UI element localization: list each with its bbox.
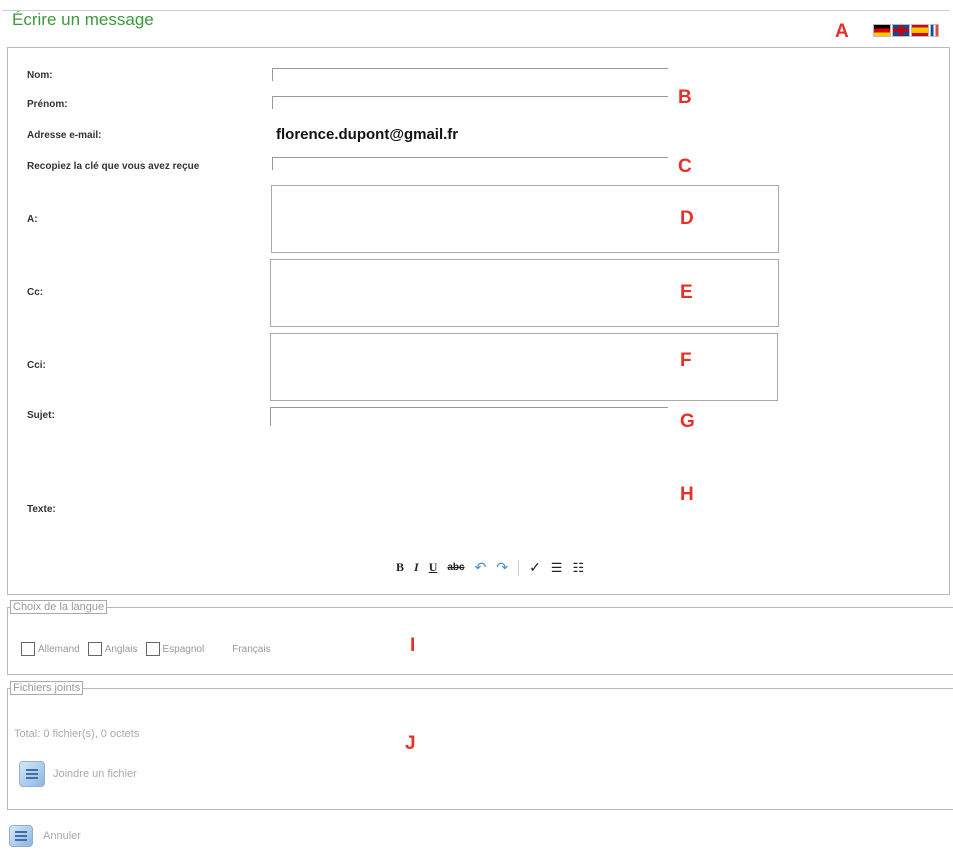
a-textarea[interactable] xyxy=(271,185,779,253)
prenom-input[interactable] xyxy=(272,96,668,109)
cle-input[interactable] xyxy=(272,157,668,170)
espagnol-checkbox[interactable] xyxy=(145,642,160,656)
cci-label: Cci: xyxy=(27,360,46,371)
numbered-list-icon[interactable]: ☷ xyxy=(572,560,584,576)
sujet-input[interactable] xyxy=(270,407,668,426)
marker-f: F xyxy=(680,350,692,371)
german-flag-icon[interactable] xyxy=(873,24,891,37)
texte-label: Texte: xyxy=(27,504,56,515)
anglais-label: Anglais xyxy=(104,643,138,655)
cc-textarea[interactable] xyxy=(270,259,779,327)
cancel-button[interactable]: Annuler xyxy=(9,825,81,847)
strikethrough-button[interactable]: abc xyxy=(447,562,464,573)
marker-b: B xyxy=(678,87,692,108)
marker-h: H xyxy=(680,484,694,505)
cancel-label: Annuler xyxy=(43,830,81,842)
uk-flag-icon[interactable] xyxy=(892,24,910,37)
attach-file-icon xyxy=(19,761,45,787)
marker-d: D xyxy=(680,208,694,229)
a-label: A: xyxy=(27,214,38,225)
language-legend: Choix de la langue xyxy=(10,600,108,614)
marker-a: A xyxy=(835,21,849,42)
bulleted-list-icon[interactable]: ☰ xyxy=(551,560,563,576)
prenom-label: Prénom: xyxy=(27,99,68,110)
cancel-icon xyxy=(9,825,33,847)
cci-textarea[interactable] xyxy=(270,333,778,401)
redo-icon[interactable]: ↷ xyxy=(496,559,508,576)
allemand-label: Allemand xyxy=(38,643,80,655)
language-options: Allemand Anglais Espagnol Français xyxy=(21,642,279,656)
add-attachment-label: Joindre un fichier xyxy=(53,768,137,780)
bold-button[interactable]: B xyxy=(396,560,404,575)
marker-g: G xyxy=(680,411,695,432)
attachments-legend: Fichiers joints xyxy=(10,681,84,695)
attachments-total: Total: 0 fichier(s), 0 octets xyxy=(14,728,140,740)
francais-label: Français xyxy=(232,643,271,655)
italic-button[interactable]: I xyxy=(414,560,419,575)
marker-e: E xyxy=(680,282,693,303)
editor-toolbar: B I U abc ↶ ↷ ✓ ☰ ☷ xyxy=(396,559,584,576)
email-value: florence.dupont@gmail.fr xyxy=(276,126,459,143)
page-title: Écrire un message xyxy=(12,10,154,29)
espagnol-label: Espagnol xyxy=(162,643,205,655)
cle-label: Recopiez la clé que vous avez reçue xyxy=(27,161,200,172)
attachments-fieldset xyxy=(7,688,953,810)
header-divider xyxy=(2,10,950,11)
spellcheck-icon[interactable]: ✓ xyxy=(529,559,541,576)
underline-button[interactable]: U xyxy=(429,560,438,575)
marker-j: J xyxy=(405,733,416,754)
cc-label: Cc: xyxy=(27,287,44,298)
french-flag-icon[interactable] xyxy=(930,24,939,37)
email-label: Adresse e-mail: xyxy=(27,130,102,141)
nom-input[interactable] xyxy=(272,68,668,81)
toolbar-divider xyxy=(518,559,520,576)
undo-icon[interactable]: ↶ xyxy=(475,559,487,576)
marker-i: I xyxy=(410,635,416,656)
sujet-label: Sujet: xyxy=(27,410,55,421)
add-attachment-button[interactable]: Joindre un fichier xyxy=(19,761,137,787)
marker-c: C xyxy=(678,156,692,177)
spanish-flag-icon[interactable] xyxy=(911,24,929,37)
anglais-checkbox[interactable] xyxy=(87,642,102,656)
language-fieldset xyxy=(7,607,953,675)
nom-label: Nom: xyxy=(27,70,53,81)
allemand-checkbox[interactable] xyxy=(21,642,35,656)
language-flags xyxy=(873,24,939,38)
